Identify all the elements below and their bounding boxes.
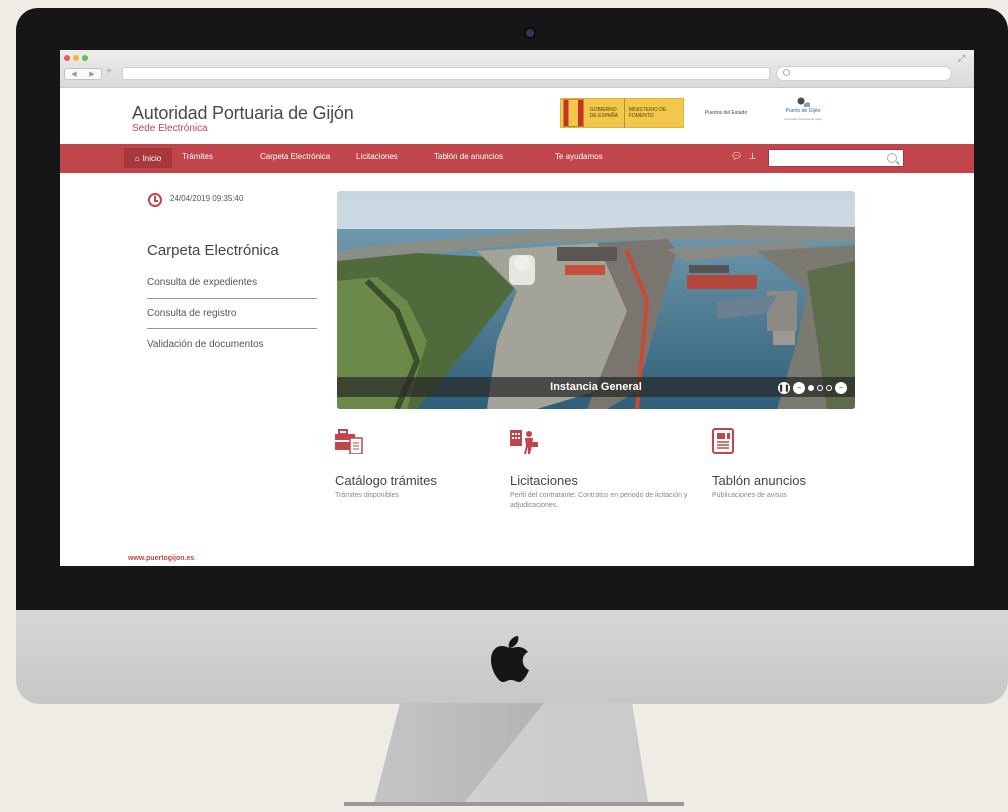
site-search-input[interactable] [768,149,904,167]
slide-dot-3[interactable] [826,385,832,391]
puerto-gijon-sublabel: Autoridad Portuaria de Gijón [784,117,822,121]
browser-toolbar: ◀ ▶ + ⤢ [60,50,974,88]
puerto-gijon-logo[interactable]: Puerto de Gijón Autoridad Portuaria de G… [772,95,834,131]
briefcase-icon [335,429,363,454]
hero-slider[interactable]: Instancia General ❚❚ − − [337,191,855,409]
search-icon [783,69,790,76]
current-datetime: 24/04/2019 09:35:40 [170,194,244,203]
feature-licitaciones[interactable]: Licitaciones Perfil del contratante: Con… [510,428,687,509]
slide-dot-1[interactable] [808,385,814,391]
puertos-estado-logo[interactable]: Puertos del Estado [694,98,758,128]
nav-item-carpeta[interactable]: Carpeta Electrónica [260,153,330,161]
back-arrow-icon[interactable]: ◀ [71,71,76,78]
carpeta-heading: Carpeta Electrónica [147,242,279,259]
site-url-link[interactable]: www.puertogijon.es [128,555,194,562]
main-navigation: ⌂ Inicio Trámites Carpeta Electrónica Li… [60,144,974,173]
slide-dot-2[interactable] [817,385,823,391]
site-subtitle: Sede Electrónica [132,123,208,134]
imac-stand [344,703,684,806]
site-title[interactable]: Autoridad Portuaria de Gijón [132,104,354,122]
nav-item-licitaciones[interactable]: Licitaciones [356,153,398,161]
gobierno-espana-logo[interactable]: GOBIERNO DE ESPAÑA MINISTERIO DE FOMENTO [560,98,684,128]
puerto-gijon-mark-icon [797,97,810,107]
feature-description: Trámites disponibles [335,492,399,499]
bidding-icon [510,430,538,454]
window-minimize-button[interactable] [73,55,79,61]
feature-description: Publicaciones de avisos [712,492,787,499]
nav-tools: 💬︎ ⊥ [731,152,756,161]
camera-icon [526,29,534,37]
divider [147,298,317,299]
divider [147,328,317,329]
feature-catalogo[interactable]: Catálogo trámites Trámites disponibles [335,428,437,499]
institution-logos: GOBIERNO DE ESPAÑA MINISTERIO DE FOMENTO… [560,95,834,131]
feature-title[interactable]: Catálogo trámites [335,474,437,487]
feature-description: Perfil del contratante: Contratos en per… [510,492,688,510]
browser-nav-buttons: ◀ ▶ [64,68,102,80]
nav-item-inicio-label: Inicio [142,153,162,163]
next-slide-icon[interactable]: − [835,382,847,394]
gobierno-label: GOBIERNO DE ESPAÑA [589,107,618,119]
fullscreen-icon[interactable]: ⤢ [958,54,965,63]
coat-of-arms-icon [563,99,584,127]
home-icon: ⌂ [134,153,140,163]
puertos-estado-label: Puertos del Estado [704,110,748,116]
search-icon[interactable] [887,153,897,163]
puerto-gijon-label: Puerto de Gijón [785,108,821,114]
window-zoom-button[interactable] [82,55,88,61]
forward-arrow-icon[interactable]: ▶ [89,71,94,78]
nav-item-tablon[interactable]: Tablón de anuncios [434,153,503,161]
nav-item-tramites[interactable]: Trámites [182,153,213,161]
feature-title[interactable]: Licitaciones [510,474,578,487]
nav-item-inicio[interactable]: ⌂ Inicio [124,148,172,168]
window-close-button[interactable] [64,55,70,61]
slider-controls: ❚❚ − − [778,382,847,394]
feature-title[interactable]: Tablón anuncios [712,474,806,487]
newspaper-icon [712,428,734,454]
browser-search-field[interactable] [776,66,952,81]
address-bar[interactable] [122,67,770,80]
chat-icon[interactable]: 💬︎ [731,152,742,161]
pause-icon[interactable]: ❚❚ [778,382,790,394]
link-validacion-documentos[interactable]: Validación de documentos [147,340,317,350]
clock-icon [148,193,162,207]
link-consulta-expedientes[interactable]: Consulta de expedientes [147,278,317,288]
ministerio-label: MINISTERIO DE FOMENTO [623,98,683,128]
new-tab-icon[interactable]: + [106,67,112,77]
prev-slide-icon[interactable]: − [793,382,805,394]
link-consulta-registro[interactable]: Consulta de registro [147,309,317,319]
feature-tablon[interactable]: Tablón anuncios Publicaciones de avisos [712,428,806,499]
screen: ◀ ▶ + ⤢ Autoridad Portuaria de Gijón Sed… [60,50,974,566]
nav-item-te-ayudamos[interactable]: Te ayudamos [555,153,603,161]
sitemap-icon[interactable]: ⊥ [748,152,756,161]
apple-logo-icon [491,636,529,682]
